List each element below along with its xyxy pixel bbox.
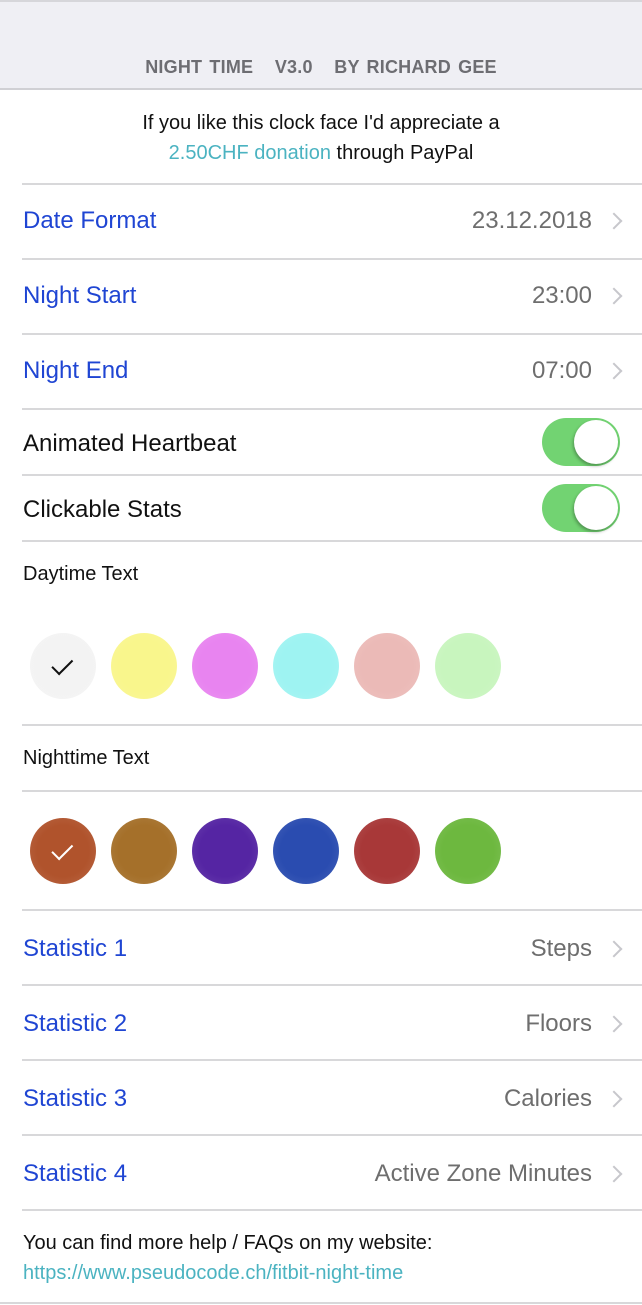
divider — [22, 724, 642, 726]
setting-value: 23:00 — [531, 282, 592, 309]
toggle-row-clickable-stats: Clickable Stats — [0, 476, 642, 540]
setting-label: Statistic 2 — [23, 1010, 128, 1037]
toggle-label: Clickable Stats — [23, 496, 182, 523]
setting-date-format[interactable]: Date Format 23.12.2018 — [0, 185, 642, 258]
setting-statistic-4[interactable]: Statistic 4 Active Zone Minutes — [0, 1136, 642, 1209]
color-swatch[interactable] — [192, 818, 258, 884]
setting-value: Active Zone Minutes — [374, 1160, 592, 1187]
help-footer: You can find more help / FAQs on my webs… — [23, 1228, 432, 1288]
toggle-label: Animated Heartbeat — [23, 430, 237, 457]
chevron-right-icon — [605, 212, 623, 230]
daytime-text-label: Daytime Text — [23, 563, 139, 585]
nighttime-color-picker — [30, 818, 501, 884]
setting-statistic-3[interactable]: Statistic 3 Calories — [0, 1061, 642, 1134]
setting-value: Calories — [503, 1085, 592, 1112]
chevron-right-icon — [605, 1015, 623, 1033]
chevron-right-icon — [605, 287, 623, 305]
app-title: NIGHT TIME V3.0 BY RICHARD GEE — [145, 57, 497, 77]
toggle-row-animated-heartbeat: Animated Heartbeat — [0, 410, 642, 474]
divider — [0, 1302, 642, 1304]
website-link[interactable]: https://www.pseudocode.ch/fitbit-night-t… — [23, 1258, 432, 1288]
setting-value: 23.12.2018 — [471, 207, 592, 234]
setting-value: Floors — [525, 1010, 592, 1037]
divider — [22, 1209, 642, 1211]
donation-message: If you like this clock face I'd apprecia… — [0, 90, 642, 183]
daytime-color-picker — [30, 633, 501, 699]
setting-label: Night Start — [23, 282, 137, 309]
setting-statistic-1[interactable]: Statistic 1 Steps — [0, 911, 642, 984]
setting-label: Date Format — [23, 207, 157, 234]
toggle-knob — [574, 420, 618, 464]
donation-text-after: through PayPal — [331, 142, 474, 164]
color-swatch[interactable] — [354, 818, 420, 884]
color-swatch[interactable] — [273, 633, 339, 699]
chevron-right-icon — [605, 940, 623, 958]
setting-night-end[interactable]: Night End 07:00 — [0, 335, 642, 408]
setting-night-start[interactable]: Night Start 23:00 — [0, 260, 642, 333]
checkmark-icon — [51, 652, 74, 675]
setting-statistic-2[interactable]: Statistic 2 Floors — [0, 986, 642, 1059]
setting-value: 07:00 — [531, 357, 592, 384]
toggle-knob — [574, 486, 618, 530]
divider — [22, 540, 642, 542]
color-swatch[interactable] — [192, 633, 258, 699]
nighttime-text-label: Nighttime Text — [23, 747, 150, 769]
donation-text: If you like this clock face I'd apprecia… — [142, 112, 500, 134]
color-swatch[interactable] — [435, 633, 501, 699]
setting-label: Statistic 1 — [23, 935, 128, 962]
color-swatch[interactable] — [111, 818, 177, 884]
app-header: NIGHT TIME V3.0 BY RICHARD GEE — [0, 0, 642, 90]
clickable-stats-toggle[interactable] — [542, 484, 620, 532]
color-swatch[interactable] — [273, 818, 339, 884]
divider — [22, 790, 642, 792]
color-swatch[interactable] — [111, 633, 177, 699]
color-swatch[interactable] — [30, 633, 96, 699]
setting-value: Steps — [530, 935, 592, 962]
setting-label: Statistic 3 — [23, 1085, 128, 1112]
chevron-right-icon — [605, 1090, 623, 1108]
help-text: You can find more help / FAQs on my webs… — [23, 1232, 433, 1254]
setting-label: Statistic 4 — [23, 1160, 128, 1187]
setting-label: Night End — [23, 357, 129, 384]
color-swatch[interactable] — [30, 818, 96, 884]
chevron-right-icon — [605, 362, 623, 380]
donation-link[interactable]: 2.50CHF donation — [169, 142, 331, 164]
chevron-right-icon — [605, 1165, 623, 1183]
color-swatch[interactable] — [435, 818, 501, 884]
checkmark-icon — [51, 837, 74, 860]
color-swatch[interactable] — [354, 633, 420, 699]
animated-heartbeat-toggle[interactable] — [542, 418, 620, 466]
